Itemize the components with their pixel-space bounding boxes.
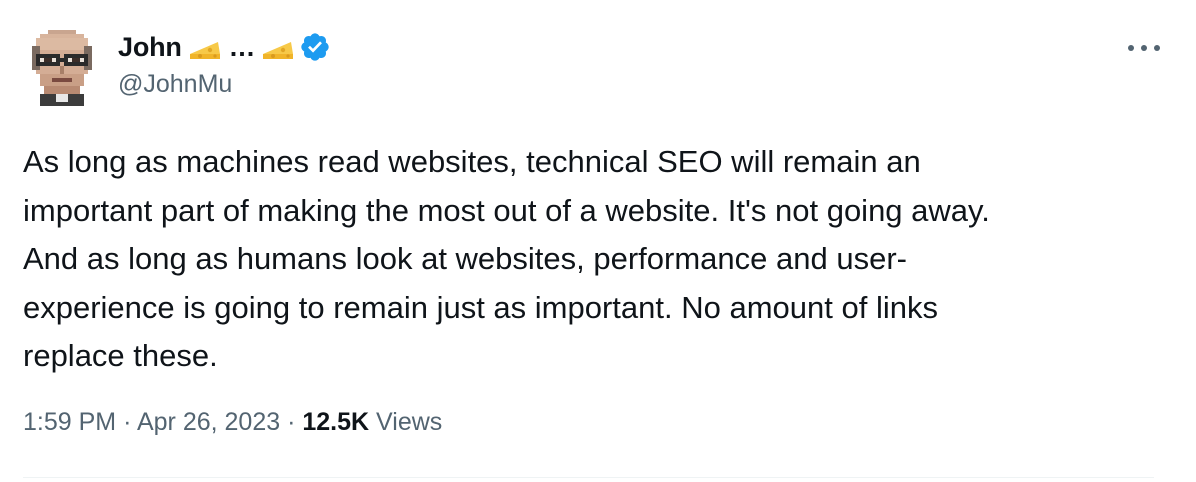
more-dot bbox=[1154, 45, 1160, 51]
author-handle[interactable]: @JohnMu bbox=[118, 70, 331, 99]
author-name-ellipsis: ... bbox=[229, 31, 256, 62]
tweet-time[interactable]: 1:59 PM bbox=[23, 408, 116, 436]
more-dot bbox=[1128, 45, 1134, 51]
tweet-text-line: replace these. bbox=[23, 338, 218, 373]
tweet-text-line: As long as machines read websites, techn… bbox=[23, 144, 921, 179]
cheese-icon bbox=[189, 42, 220, 59]
tweet-text-line: important part of making the most out of… bbox=[23, 192, 990, 228]
more-horizontal-icon[interactable] bbox=[1128, 40, 1160, 56]
tweet-meta: 1:59 PM · Apr 26, 2023 · 12.5K Views bbox=[23, 408, 442, 437]
cheese-icon bbox=[263, 42, 294, 59]
verified-badge-icon[interactable] bbox=[299, 31, 331, 63]
author-name-row[interactable]: John ... bbox=[118, 28, 331, 66]
tweet-text-line: experience is going to remain just as im… bbox=[23, 289, 938, 325]
more-dot bbox=[1141, 45, 1147, 51]
meta-separator: · bbox=[287, 408, 296, 436]
avatar[interactable] bbox=[28, 30, 96, 106]
meta-separator: · bbox=[123, 408, 132, 436]
views-label: Views bbox=[376, 408, 443, 436]
views-count: 12.5K bbox=[302, 408, 370, 436]
divider bbox=[23, 477, 1154, 478]
author-display-name[interactable]: John bbox=[118, 32, 182, 63]
tweet-header: John ... @JohnMu bbox=[118, 28, 331, 99]
tweet-date[interactable]: Apr 26, 2023 bbox=[137, 408, 280, 436]
tweet-text: As long as machines read websites, techn… bbox=[23, 138, 1153, 381]
tweet-card: John ... @JohnMu As long as machines rea… bbox=[0, 0, 1196, 482]
tweet-text-line: And as long as humans look at websites, … bbox=[23, 241, 907, 276]
